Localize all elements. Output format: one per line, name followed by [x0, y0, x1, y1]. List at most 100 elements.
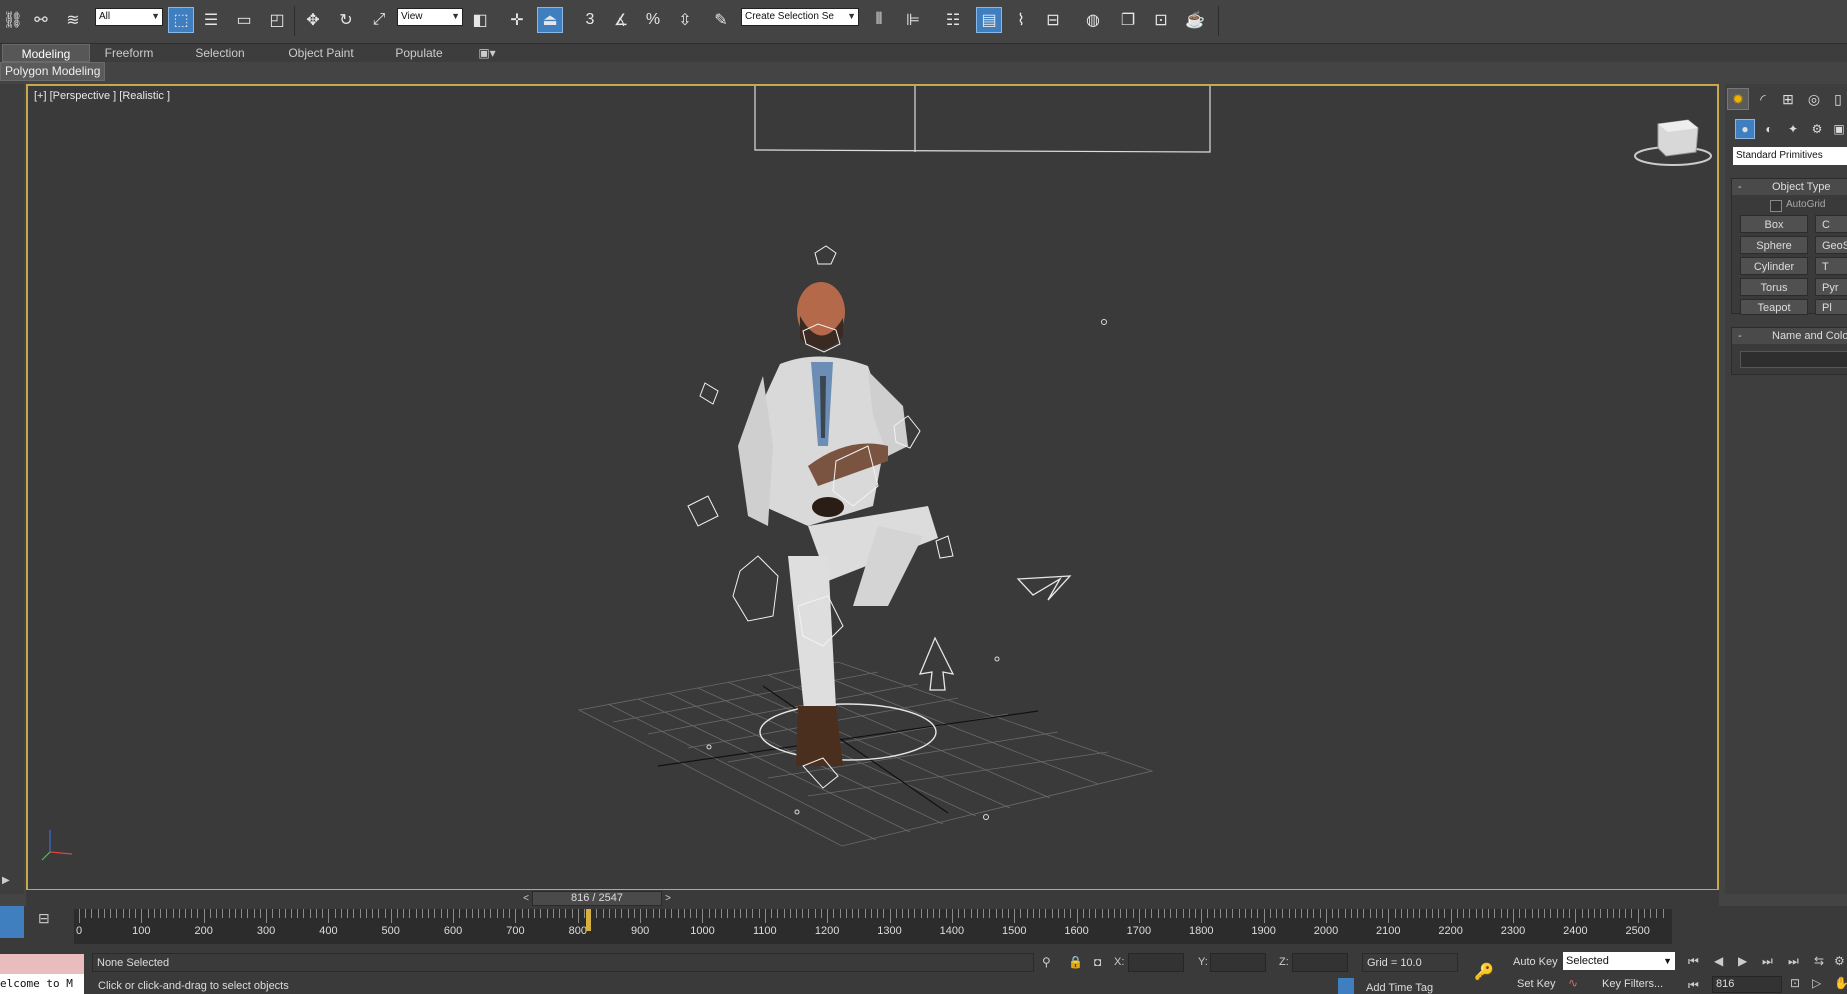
torus-button[interactable]: Torus: [1740, 278, 1808, 296]
previous-frame-arrow-icon[interactable]: <: [519, 891, 533, 906]
lights-icon[interactable]: ✦: [1783, 119, 1803, 139]
next-frame-arrow-icon[interactable]: >: [661, 891, 675, 906]
select-by-name-icon[interactable]: ☰: [198, 7, 224, 33]
move-icon[interactable]: ✥: [300, 7, 326, 33]
key-mode-dropdown[interactable]: Selected ▼: [1563, 952, 1675, 970]
sphere-button[interactable]: Sphere: [1740, 236, 1808, 254]
geometry-icon[interactable]: ●: [1735, 119, 1755, 139]
hierarchy-tab-icon[interactable]: ⊞: [1777, 88, 1799, 110]
render-production-icon[interactable]: ☕: [1182, 7, 1208, 33]
x-coordinate-field[interactable]: [1128, 953, 1184, 972]
previous-key-icon[interactable]: ◀: [1714, 954, 1723, 968]
ribbon-options-icon[interactable]: ▣▾: [472, 44, 502, 62]
rendered-frame-window-icon[interactable]: ⊡: [1148, 7, 1174, 33]
material-editor-icon[interactable]: ◍: [1080, 7, 1106, 33]
tab-selection[interactable]: Selection: [184, 44, 256, 62]
schematic-view-icon[interactable]: ⊟: [1040, 7, 1066, 33]
bind-spacewarp-icon[interactable]: ≋: [60, 7, 86, 33]
scale-icon[interactable]: ⤢: [366, 7, 392, 33]
named-selection-dropdown[interactable]: Create Selection Se ▼: [741, 8, 859, 26]
expand-arrow-icon[interactable]: ▶: [2, 875, 10, 886]
reference-coordinate-dropdown[interactable]: View ▼: [397, 8, 463, 26]
y-coordinate-field[interactable]: [1210, 953, 1266, 972]
helpers-icon[interactable]: ▣: [1829, 119, 1847, 139]
frame-ruler[interactable]: 0 100 200 300 400 500 600 700 800 900 1000 1100 1200…: [74, 909, 1672, 944]
render-setup-icon[interactable]: ❐: [1115, 7, 1141, 33]
mini-curve-editor-icon[interactable]: ⊟: [38, 910, 50, 927]
key-icon[interactable]: 🔑: [1474, 962, 1494, 982]
geosphere-button[interactable]: GeoS: [1815, 236, 1847, 254]
rectangular-selection-icon[interactable]: ▭: [231, 7, 257, 33]
modify-tab-icon[interactable]: ◜: [1752, 88, 1774, 110]
primitive-category-dropdown[interactable]: Standard Primitives: [1733, 147, 1847, 165]
window-crossing-icon[interactable]: ◰: [264, 7, 290, 33]
z-coordinate-field[interactable]: [1292, 953, 1348, 972]
absolute-mode-icon[interactable]: ◘: [1094, 955, 1101, 969]
select-object-icon[interactable]: ⬚: [168, 7, 194, 33]
auto-key-button[interactable]: Auto Key: [1513, 956, 1558, 968]
link-icon[interactable]: ⛓: [0, 7, 26, 33]
tab-freeform[interactable]: Freeform: [94, 44, 164, 62]
pivot-center-icon[interactable]: ◧: [467, 7, 493, 33]
align-icon[interactable]: ⊫: [900, 7, 926, 33]
pan-hand-icon[interactable]: ✋: [1834, 976, 1847, 990]
object-type-header[interactable]: - Object Type: [1732, 179, 1847, 195]
current-frame-field[interactable]: 816: [1712, 976, 1782, 993]
key-mode-toggle-icon[interactable]: ⇆: [1814, 954, 1824, 968]
autogrid-checkbox[interactable]: [1770, 200, 1782, 212]
isolate-selection-icon[interactable]: ⚲: [1042, 955, 1051, 969]
box-button[interactable]: Box: [1740, 215, 1808, 233]
tab-modeling[interactable]: Modeling: [2, 44, 90, 62]
tab-object-paint[interactable]: Object Paint: [276, 44, 366, 62]
time-tag-icon[interactable]: [1338, 978, 1354, 994]
polygon-modeling-panel[interactable]: Polygon Modeling: [0, 62, 106, 81]
select-manipulate-icon[interactable]: ✛: [504, 7, 530, 33]
teapot-button[interactable]: Teapot: [1740, 299, 1808, 315]
add-time-tag[interactable]: Add Time Tag: [1366, 982, 1433, 994]
perspective-viewport[interactable]: [+] [Perspective ] [Realistic ]: [26, 84, 1719, 891]
maxscript-input[interactable]: elcome to M: [0, 974, 84, 994]
create-tab-icon[interactable]: ✹: [1727, 88, 1749, 110]
shapes-icon[interactable]: ◐: [1759, 119, 1779, 139]
name-color-header[interactable]: - Name and Color: [1732, 328, 1847, 344]
snap-toggle-icon[interactable]: 3: [577, 7, 603, 33]
edit-named-selection-icon[interactable]: ✎: [708, 7, 734, 33]
layer-manager-icon[interactable]: ☷: [940, 7, 966, 33]
angle-snap-icon[interactable]: ∡: [608, 7, 634, 33]
key-filters-button[interactable]: Key Filters...: [1602, 978, 1663, 990]
time-slider[interactable]: 816 / 2547: [532, 891, 662, 906]
next-key-icon[interactable]: ⏭: [1762, 954, 1773, 969]
time-configuration-icon[interactable]: ⚙: [1834, 954, 1845, 968]
play-icon[interactable]: ▶: [1738, 954, 1747, 968]
playhead[interactable]: [585, 909, 591, 931]
pyramid-button[interactable]: Pyr: [1815, 278, 1847, 296]
set-key-button[interactable]: Set Key: [1517, 978, 1556, 990]
spinner-snap-icon[interactable]: ⇳: [672, 7, 698, 33]
selection-lock-icon[interactable]: 🔒: [1068, 955, 1083, 969]
motion-tab-icon[interactable]: ◎: [1803, 88, 1825, 110]
display-tab-icon[interactable]: ▯: [1827, 88, 1847, 110]
time-slider-track[interactable]: [26, 890, 1719, 906]
viewport-nav-icon[interactable]: ⊡: [1790, 976, 1800, 990]
go-to-start-icon[interactable]: ⏮: [1688, 954, 1699, 969]
go-to-end-icon[interactable]: ⏭: [1788, 954, 1799, 969]
keyboard-shortcut-override-icon[interactable]: ⏏: [537, 7, 563, 33]
scene-explorer-icon[interactable]: ▤: [976, 7, 1002, 33]
tube-button[interactable]: T: [1815, 257, 1847, 275]
unlink-icon[interactable]: ⚯: [28, 7, 54, 33]
percent-snap-icon[interactable]: %: [640, 7, 666, 33]
maxscript-listener[interactable]: elcome to M: [0, 954, 84, 994]
set-key-curve-icon[interactable]: ∿: [1568, 976, 1578, 990]
tab-populate[interactable]: Populate: [386, 44, 452, 62]
track-bar-toggle[interactable]: [0, 906, 24, 938]
cylinder-button[interactable]: Cylinder: [1740, 257, 1808, 275]
orbit-icon[interactable]: ▷: [1812, 976, 1821, 990]
mirror-icon[interactable]: ⫴: [866, 7, 892, 33]
object-name-field[interactable]: [1740, 351, 1847, 368]
cameras-icon[interactable]: ⚙: [1807, 119, 1827, 139]
selection-filter-dropdown[interactable]: All ▼: [95, 8, 163, 26]
cone-button[interactable]: C: [1815, 215, 1847, 233]
curve-editor-icon[interactable]: ⌇: [1008, 7, 1034, 33]
maxscript-output[interactable]: [0, 954, 84, 974]
plane-button[interactable]: Pl: [1815, 299, 1847, 315]
